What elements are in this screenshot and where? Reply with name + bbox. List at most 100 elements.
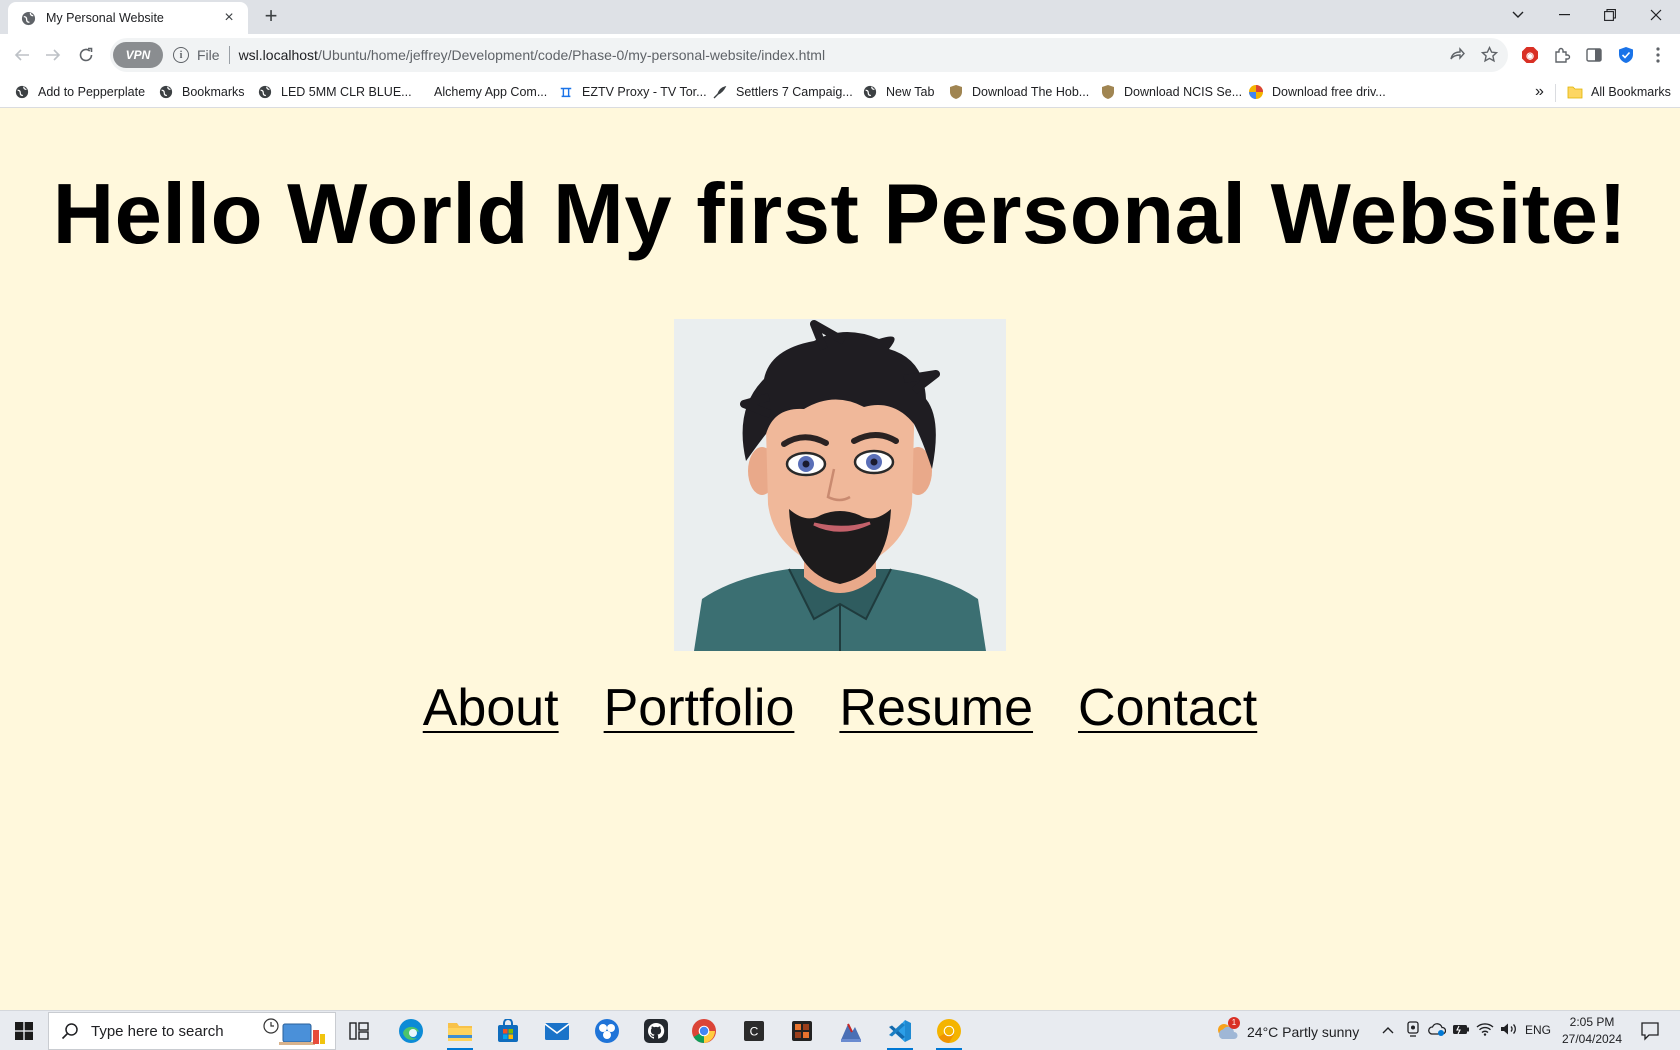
globe-icon	[14, 84, 30, 100]
globe-icon	[20, 10, 36, 26]
feather-icon	[712, 84, 728, 100]
bookmark-label: Settlers 7 Campaig...	[736, 85, 853, 99]
address-divider	[228, 46, 230, 64]
page-heading: Hello World My first Personal Website!	[52, 167, 1628, 262]
globe-icon	[257, 84, 273, 100]
globe-icon	[862, 84, 878, 100]
github-icon[interactable]	[641, 1016, 671, 1046]
shield-icon	[948, 84, 964, 100]
bookmark-item[interactable]: Bookmarks	[158, 82, 245, 102]
search-placeholder: Type here to search	[91, 1022, 224, 1040]
nav-link-about[interactable]: About	[423, 678, 559, 738]
language-indicator[interactable]: ENG	[1525, 1023, 1551, 1037]
nav-link-contact[interactable]: Contact	[1078, 678, 1257, 738]
edge-icon[interactable]	[396, 1016, 426, 1046]
nav-link-resume[interactable]: Resume	[839, 678, 1033, 738]
network-tool-icon[interactable]	[836, 1016, 866, 1046]
bookmark-item[interactable]: Alchemy App Com...	[434, 82, 547, 102]
url-text[interactable]: wsl.localhost/Ubuntu/home/jeffrey/Develo…	[239, 47, 826, 63]
bookmark-item[interactable]: Download NCIS Se...	[1100, 82, 1242, 102]
address-bar[interactable]: VPN i File wsl.localhost/Ubuntu/home/jef…	[110, 38, 1508, 72]
url-path: /Ubuntu/home/jeffrey/Development/code/Ph…	[317, 47, 826, 63]
cdbr-app-icon[interactable]: C	[739, 1016, 769, 1046]
bookmark-label: New Tab	[886, 85, 935, 99]
volume-icon[interactable]	[1500, 1022, 1518, 1039]
bookmark-label: Download The Hob...	[972, 85, 1090, 99]
bookmark-item[interactable]: Download free driv...	[1248, 82, 1386, 102]
reload-icon[interactable]	[74, 43, 98, 67]
bookmarks-divider	[1555, 84, 1556, 102]
task-view-icon[interactable]	[344, 1016, 374, 1046]
bookmark-item[interactable]: Settlers 7 Campaig...	[712, 82, 853, 102]
mail-icon[interactable]	[542, 1016, 572, 1046]
bookmarks-overflow-button[interactable]: »	[1535, 82, 1544, 102]
site-nav: About Portfolio Resume Contact	[0, 678, 1680, 738]
all-bookmarks-button[interactable]: All Bookmarks	[1567, 82, 1671, 102]
chrome-canary-icon[interactable]	[934, 1016, 964, 1050]
bitwarden-shield-icon[interactable]	[1614, 43, 1638, 67]
taskbar-search-box[interactable]: Type here to search	[48, 1012, 336, 1050]
search-icon	[61, 1022, 81, 1040]
file-explorer-icon[interactable]	[445, 1016, 475, 1050]
more-menu-icon[interactable]	[1646, 43, 1670, 67]
vpn-badge[interactable]: VPN	[113, 42, 163, 68]
bookmark-item[interactable]: Download The Hob...	[948, 82, 1089, 102]
weather-partly-sunny-icon: 1	[1215, 1017, 1240, 1043]
wifi-icon[interactable]	[1476, 1022, 1494, 1039]
shield-icon	[1100, 84, 1116, 100]
site-info-icon[interactable]: i	[173, 47, 189, 63]
adblock-extension-icon[interactable]: ◉	[1518, 43, 1542, 67]
forward-arrow-icon[interactable]	[41, 43, 65, 67]
bookmark-label: Bookmarks	[182, 85, 245, 99]
clock-time: 2:05 PM	[1569, 1015, 1615, 1029]
url-host: wsl.localhost	[238, 47, 318, 63]
microsoft-store-icon[interactable]	[493, 1016, 523, 1046]
bookmark-label: Alchemy App Com...	[434, 85, 548, 99]
all-bookmarks-label: All Bookmarks	[1591, 85, 1671, 99]
bookmarks-bar: Add to Pepperplate Bookmarks LED 5MM CLR…	[0, 76, 1680, 108]
bookmark-item[interactable]: New Tab	[862, 82, 934, 102]
minimize-icon[interactable]	[1541, 0, 1587, 30]
side-panel-icon[interactable]	[1582, 43, 1606, 67]
onedrive-cloud-icon[interactable]	[1428, 1022, 1447, 1039]
tab-search-chevron-icon[interactable]	[1495, 0, 1541, 30]
chrome-icon[interactable]	[689, 1016, 719, 1046]
bookmark-item[interactable]: Add to Pepperplate	[14, 82, 145, 102]
nav-link-portfolio[interactable]: Portfolio	[604, 678, 795, 738]
battery-icon[interactable]	[1452, 1022, 1470, 1039]
weather-text: 24°C Partly sunny	[1247, 1024, 1360, 1040]
avatar-image	[674, 319, 1006, 651]
restore-icon[interactable]	[1587, 0, 1633, 30]
globe-icon	[158, 84, 174, 100]
tray-chevron-up-icon[interactable]	[1382, 1023, 1394, 1037]
share-icon[interactable]	[1446, 43, 1468, 65]
windows-start-icon[interactable]	[8, 1019, 40, 1043]
new-tab-button[interactable]: +	[259, 5, 283, 29]
extensions-puzzle-icon[interactable]	[1550, 43, 1574, 67]
swirl-icon	[1248, 84, 1264, 100]
browser-toolbar: VPN i File wsl.localhost/Ubuntu/home/jef…	[0, 34, 1680, 76]
folder-icon	[1567, 84, 1583, 100]
bookmark-item[interactable]: LED 5MM CLR BLUE...	[257, 82, 412, 102]
clock-date: 27/04/2024	[1561, 1032, 1623, 1046]
weather-widget[interactable]: 1 24°C Partly sunny	[1215, 1017, 1360, 1043]
clock[interactable]: 2:05 PM 27/04/2024	[1552, 1014, 1632, 1048]
bookmark-label: EZTV Proxy - TV Tor...	[582, 85, 707, 99]
meeting-icon[interactable]	[1406, 1021, 1420, 1040]
back-arrow-icon[interactable]	[10, 43, 34, 67]
windows-taskbar: Type here to search C 1 24°C Partly sunn…	[0, 1010, 1680, 1050]
browser-tab-active[interactable]: My Personal Website ×	[8, 2, 248, 34]
search-highlight-icon	[257, 1016, 327, 1050]
bookmark-label: Add to Pepperplate	[38, 85, 146, 99]
bookmark-item[interactable]: EZTV Proxy - TV Tor...	[558, 82, 707, 102]
close-window-icon[interactable]	[1633, 0, 1679, 30]
bookmark-star-icon[interactable]	[1478, 43, 1500, 65]
vscode-icon[interactable]	[885, 1016, 915, 1050]
game-app-icon[interactable]	[787, 1016, 817, 1046]
tab-close-icon[interactable]: ×	[220, 9, 238, 27]
notification-center-icon[interactable]	[1640, 1021, 1660, 1041]
bookmark-label: Download free driv...	[1272, 85, 1386, 99]
bookmark-label: Download NCIS Se...	[1124, 85, 1243, 99]
svg-text:◉: ◉	[1526, 51, 1534, 61]
app-blue-icon[interactable]	[592, 1016, 622, 1046]
